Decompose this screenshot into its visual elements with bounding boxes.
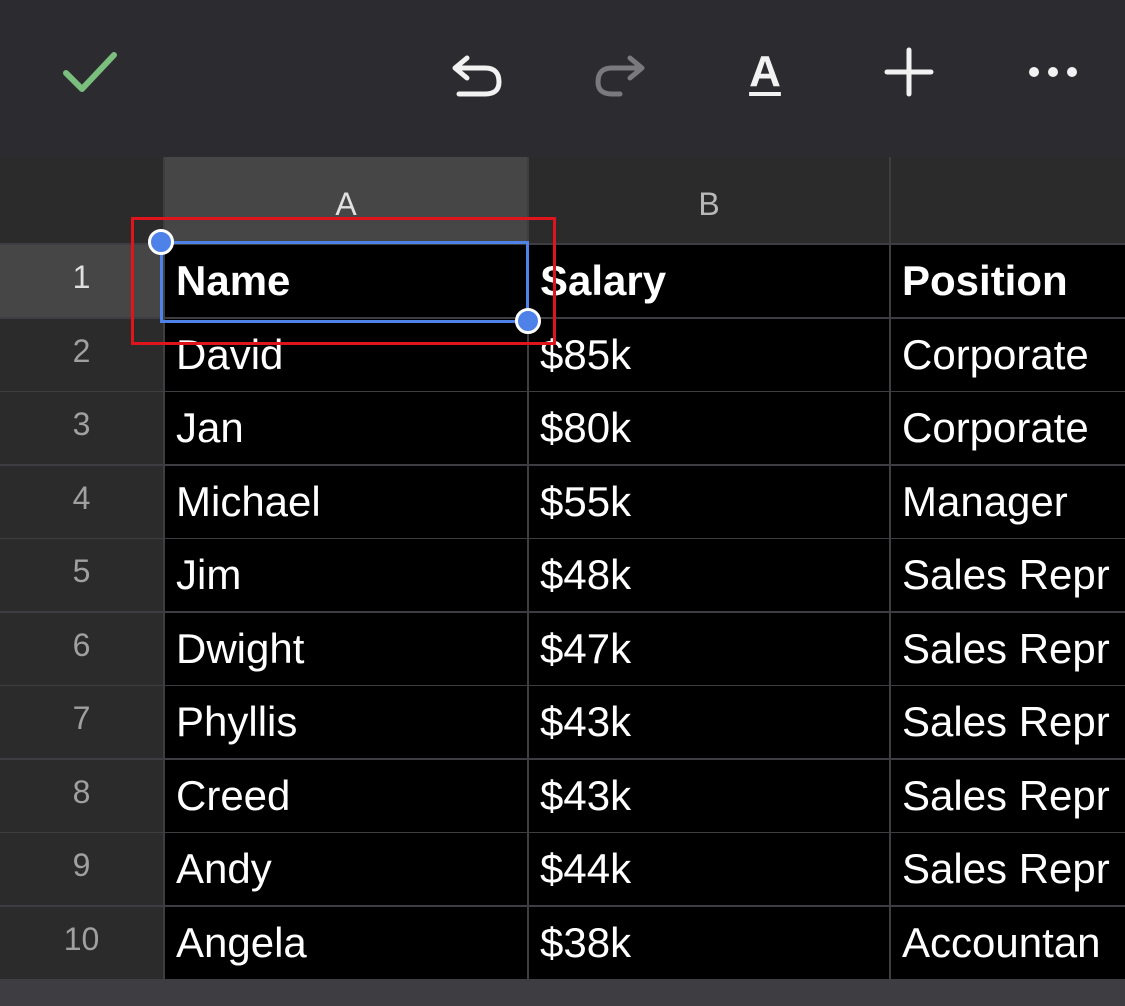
plus-icon[interactable] [877, 40, 941, 104]
table-cell[interactable]: Creed [165, 760, 527, 832]
text-format-icon[interactable]: A [733, 40, 797, 104]
row-header-4[interactable]: 4 [0, 466, 163, 538]
row-header-3[interactable]: 3 [0, 392, 163, 464]
table-cell[interactable]: Position [891, 245, 1125, 317]
table-cell[interactable]: Phyllis [165, 686, 527, 758]
column-header-a[interactable]: A [165, 157, 527, 243]
toolbar: A [0, 0, 1125, 157]
row-header-10[interactable]: 10 [0, 907, 163, 979]
table-cell[interactable]: Corporate [891, 319, 1125, 391]
table-cell[interactable]: Corporate [891, 392, 1125, 464]
row-header-2[interactable]: 2 [0, 319, 163, 391]
spreadsheet-grid: A B 1 Name Salary Position 2 David $85k Corporate… [0, 157, 1125, 1006]
text-format-glyph: A [749, 47, 781, 96]
table-cell[interactable]: $80k [529, 392, 889, 464]
more-icon[interactable] [1021, 40, 1085, 104]
redo-icon[interactable] [588, 40, 652, 104]
table-cell[interactable]: Jan [165, 392, 527, 464]
row-header-7[interactable]: 7 [0, 686, 163, 758]
table-cell[interactable]: $44k [529, 833, 889, 905]
selection-handle-start[interactable] [148, 229, 174, 255]
table-cell[interactable]: Name [165, 245, 527, 317]
row-header-9[interactable]: 9 [0, 833, 163, 905]
row-header-6[interactable]: 6 [0, 613, 163, 685]
selection-handle-end[interactable] [515, 308, 541, 334]
table-cell[interactable]: Sales Repr [891, 833, 1125, 905]
table-cell[interactable]: Sales Repr [891, 760, 1125, 832]
table-cell[interactable]: $47k [529, 613, 889, 685]
row-header-8[interactable]: 8 [0, 760, 163, 832]
row-header-5[interactable]: 5 [0, 539, 163, 611]
column-header-c[interactable] [891, 157, 1125, 243]
grid-corner[interactable] [0, 157, 163, 243]
table-cell[interactable]: $38k [529, 907, 889, 979]
table-cell[interactable]: David [165, 319, 527, 391]
table-cell[interactable]: Manager [891, 466, 1125, 538]
table-cell[interactable]: $85k [529, 319, 889, 391]
table-cell[interactable]: $48k [529, 539, 889, 611]
table-cell[interactable]: Accountan [891, 907, 1125, 979]
row-header-1[interactable]: 1 [0, 245, 163, 317]
table-cell[interactable]: Michael [165, 466, 527, 538]
table-cell[interactable]: $55k [529, 466, 889, 538]
table-cell[interactable]: Dwight [165, 613, 527, 685]
table-cell[interactable]: Salary [529, 245, 889, 317]
table-cell[interactable]: $43k [529, 760, 889, 832]
table-cell[interactable]: Sales Repr [891, 686, 1125, 758]
undo-icon[interactable] [445, 40, 509, 104]
table-cell[interactable]: Sales Repr [891, 539, 1125, 611]
check-icon[interactable] [58, 40, 122, 104]
column-header-b[interactable]: B [529, 157, 889, 243]
table-cell[interactable]: Jim [165, 539, 527, 611]
table-cell[interactable]: $43k [529, 686, 889, 758]
table-cell[interactable]: Angela [165, 907, 527, 979]
table-cell[interactable]: Sales Repr [891, 613, 1125, 685]
table-cell[interactable]: Andy [165, 833, 527, 905]
